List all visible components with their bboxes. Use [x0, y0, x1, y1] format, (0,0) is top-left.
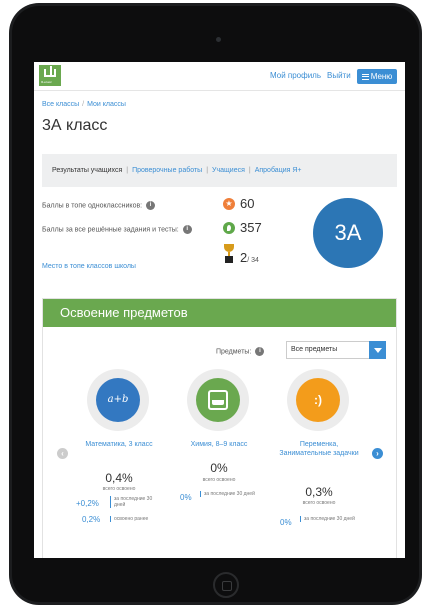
logo[interactable]: Я-класс — [39, 65, 61, 86]
tab-students[interactable]: Учащиеся — [212, 154, 245, 187]
subject-percent: 0% — [210, 461, 228, 475]
recent-note: за последние 30 дней — [110, 496, 160, 508]
breadcrumb-separator: / — [82, 101, 85, 108]
next-arrow-button[interactable]: › — [372, 448, 383, 459]
chevron-left-icon: ‹ — [61, 449, 64, 458]
class-badge: 3А — [313, 198, 383, 268]
mastery-panel: Освоение предметов Предметы: i Все предме… — [42, 298, 397, 558]
tab-separator: | — [248, 167, 251, 174]
logo-text: Я-класс — [41, 80, 52, 84]
drop-badge-icon — [223, 222, 235, 234]
book-icon — [44, 66, 56, 77]
subject-percent: 0,3% — [305, 485, 333, 499]
school-rank-value: 2/ 34 — [240, 250, 259, 265]
tab-student-results[interactable]: Результаты учащихся — [52, 154, 122, 187]
solved-score-row: Баллы за все решённые задания и тесты: i — [42, 225, 192, 234]
subject-percent-caption: всего освоено — [302, 500, 336, 506]
breadcrumb-all-classes[interactable]: Все классы — [42, 101, 79, 108]
chevron-down-icon[interactable] — [369, 341, 386, 359]
breadcrumb: Все классы / Мои классы — [42, 101, 126, 108]
subjects-select-value: Все предметы — [291, 346, 338, 353]
prev-arrow-button[interactable]: ‹ — [57, 448, 68, 459]
subject-percent-caption: всего освоено — [202, 477, 236, 483]
menu-label: Меню — [370, 72, 393, 81]
star-badge-icon — [223, 198, 235, 210]
flask-icon — [196, 378, 240, 422]
math-icon: a+b — [96, 378, 140, 422]
subject-percent: 0,4% — [105, 471, 133, 485]
tab-approbation[interactable]: Апробация Я+ — [255, 154, 302, 187]
logout-link[interactable]: Выйти — [327, 71, 351, 80]
hamburger-icon — [361, 73, 369, 80]
home-button[interactable] — [213, 572, 239, 598]
progress-ring[interactable]: a+b — [87, 369, 149, 431]
screen: Я-класс Мой профиль Выйти Меню Все класс… — [34, 62, 405, 558]
school-rank-link[interactable]: Место в топе классов школы — [42, 263, 136, 270]
recent-delta: 0% — [180, 493, 192, 502]
school-rank-total: / 34 — [247, 257, 259, 264]
solved-score-value: 357 — [240, 220, 262, 235]
earlier-note: освоено ранее — [110, 516, 160, 522]
profile-link[interactable]: Мой профиль — [270, 71, 321, 80]
camera-dot — [216, 37, 221, 42]
breadcrumb-my-classes[interactable]: Мои классы — [87, 101, 126, 108]
tab-bar: Результаты учащихся | Проверочные работы | У… — [42, 154, 397, 187]
progress-ring[interactable] — [187, 369, 249, 431]
recent-delta: 0% — [280, 518, 292, 527]
classmates-score-row: Баллы в топе одноклассников: i — [42, 201, 156, 210]
progress-ring[interactable]: :) — [287, 369, 349, 431]
subject-name[interactable]: Математика, 3 класс — [74, 440, 164, 449]
page-title: 3А класс — [42, 117, 108, 134]
tab-tests[interactable]: Проверочные работы — [132, 154, 202, 187]
subject-name[interactable]: Химия, 8–9 класс — [174, 440, 264, 449]
mastery-title: Освоение предметов — [43, 299, 396, 327]
subject-percent-caption: всего освоено — [102, 486, 136, 492]
trophy-icon — [223, 244, 235, 264]
tab-separator: | — [206, 167, 209, 174]
subjects-label: Предметы: — [216, 348, 252, 356]
info-icon[interactable]: i — [146, 201, 156, 210]
info-icon[interactable]: i — [255, 347, 265, 356]
recent-note: за последние 30 дней — [200, 491, 260, 497]
menu-button[interactable]: Меню — [357, 69, 397, 84]
earlier-delta: 0,2% — [82, 515, 101, 524]
classmates-score-label: Баллы в топе одноклассников: — [42, 202, 143, 210]
classmates-score-value: 60 — [240, 196, 255, 211]
subjects-select[interactable]: Все предметы — [286, 341, 386, 359]
info-icon[interactable]: i — [182, 225, 192, 234]
solved-score-label: Баллы за все решённые задания и тесты: — [42, 226, 179, 234]
subjects-filter-label: Предметы: i — [216, 347, 265, 356]
subject-name[interactable]: Переменка, Занимательные задачки — [274, 440, 364, 458]
chevron-right-icon: › — [376, 449, 379, 458]
smiley-icon: :) — [296, 378, 340, 422]
top-bar: Я-класс Мой профиль Выйти Меню — [34, 62, 405, 91]
recent-delta: +0,2% — [76, 499, 99, 508]
tab-separator: | — [126, 167, 129, 174]
recent-note: за последние 30 дней — [300, 516, 360, 522]
